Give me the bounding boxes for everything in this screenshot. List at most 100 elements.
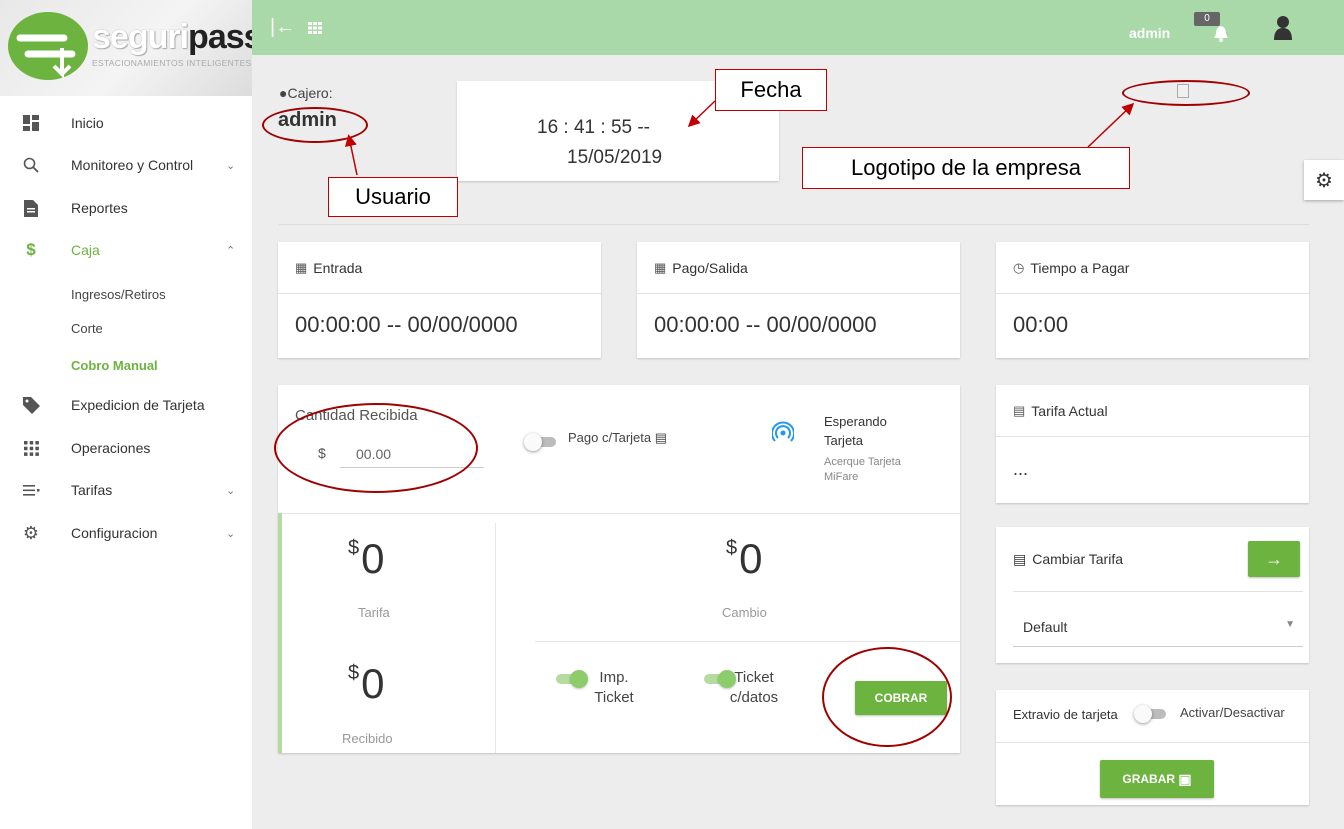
recibido-label: Recibido: [342, 731, 393, 746]
dollar-icon: $: [26, 240, 36, 259]
chevron-down-icon: ⌄: [226, 484, 236, 497]
divider: [1013, 591, 1303, 592]
list-icon: [22, 481, 40, 499]
sidebar-item-tarifas[interactable]: Tarifas ⌄: [0, 470, 252, 510]
main-content: ●Cajero: admin 16 : 41 : 55 -- 15/05/201…: [252, 55, 1344, 829]
apps-icon: [22, 439, 40, 457]
divider: [535, 641, 960, 642]
cambio-label: Cambio: [722, 605, 767, 620]
credit-card-icon: ▤: [654, 430, 668, 445]
sidebar-item-operaciones[interactable]: Operaciones: [0, 428, 252, 468]
document-icon: [22, 199, 40, 217]
sidebar-subitem-corte[interactable]: Corte: [71, 321, 103, 336]
cambiar-tarifa-header: ▤ Cambiar Tarifa: [1013, 551, 1124, 567]
divider: [996, 742, 1309, 743]
tarifa-actual-value: ...: [1013, 459, 1029, 479]
entrada-value: 00:00:00 -- 00/00/0000: [295, 312, 518, 337]
grabar-button[interactable]: GRABAR ▣: [1100, 760, 1214, 798]
tag-icon: [22, 396, 40, 414]
nfc-signal-icon: [772, 421, 794, 442]
sidebar-item-label: Monitoreo y Control: [71, 157, 194, 173]
grid-menu-icon[interactable]: [308, 22, 322, 34]
calendar-icon: ▦: [295, 259, 308, 275]
extravio-card: Extravio de tarjeta Activar/Desactivar G…: [996, 690, 1309, 805]
sidebar-item-label: Expedicion de Tarjeta: [71, 397, 205, 413]
user-avatar-icon[interactable]: [1274, 16, 1292, 40]
dashboard-icon: [22, 114, 40, 132]
topbar-username[interactable]: admin: [1129, 25, 1170, 41]
sidebar-item-label: Reportes: [71, 200, 128, 216]
extravio-toggle-label: Activar/Desactivar: [1180, 705, 1285, 720]
sidebar-item-inicio[interactable]: Inicio: [0, 103, 252, 143]
sidebar: seguripass ESTACIONAMIENTOS INTELIGENTES…: [0, 0, 252, 829]
sidebar-item-monitoreo[interactable]: Monitoreo y Control ⌄: [0, 145, 252, 185]
brand-logo[interactable]: seguripass ESTACIONAMIENTOS INTELIGENTES: [0, 0, 252, 96]
tarifa-label: Tarifa: [358, 605, 390, 620]
search-icon: [22, 156, 40, 174]
tarifa-amount: $0: [348, 535, 385, 582]
chevron-down-icon: ⌄: [226, 159, 236, 172]
payment-card: Cantidad Recibida $ Pago c/Tarjeta ▤ Esp…: [274, 385, 960, 753]
divider: [278, 513, 960, 514]
tiempo-card: ◷ Tiempo a Pagar 00:00: [996, 242, 1309, 358]
dropdown-arrow-icon: ▼: [1285, 619, 1295, 630]
save-icon: ▣: [1178, 770, 1192, 787]
pago-salida-title: Pago/Salida: [672, 259, 748, 276]
apply-tarifa-button[interactable]: →: [1248, 541, 1300, 577]
sidebar-item-configuracion[interactable]: ⚙ Configuracion ⌄: [0, 513, 252, 553]
sidebar-item-label: Operaciones: [71, 440, 151, 456]
brand-name: seguripass: [92, 18, 252, 56]
tiempo-title: Tiempo a Pagar: [1030, 259, 1130, 276]
sidebar-subitem-cobro-manual[interactable]: Cobro Manual: [71, 358, 158, 373]
sidebar-item-reportes[interactable]: Reportes: [0, 188, 252, 228]
tarifa-actual-title: Tarifa Actual: [1031, 402, 1108, 419]
card-status-subtitle: Acerque Tarjeta MiFare: [824, 456, 901, 483]
entrada-title: Entrada: [313, 259, 363, 276]
pago-salida-value: 00:00:00 -- 00/00/0000: [654, 312, 877, 337]
bell-icon[interactable]: [1214, 26, 1228, 42]
tarifa-select[interactable]: Default ▼: [1013, 611, 1303, 647]
cambio-amount: $0: [726, 535, 763, 582]
sidebar-item-label: Tarifas: [71, 482, 113, 498]
tarifa-actual-card: ▤ Tarifa Actual ...: [996, 385, 1309, 503]
sidebar-item-expedicion[interactable]: Expedicion de Tarjeta: [0, 385, 252, 425]
ticket-datos-label: Ticket c/datos: [729, 669, 779, 706]
chevron-down-icon: ⌄: [226, 527, 236, 540]
logo-icon: [8, 12, 88, 80]
recibido-amount: $0: [348, 660, 385, 707]
pago-tarjeta-toggle[interactable]: [524, 433, 556, 451]
annotation-ellipse-cobrar: [822, 647, 952, 747]
top-bar: |← admin 0: [252, 0, 1344, 55]
gear-icon: ⚙: [22, 522, 40, 543]
sidebar-item-label: Inicio: [71, 115, 104, 131]
settings-panel-toggle[interactable]: ⚙: [1304, 160, 1344, 200]
calendar-icon: ▦: [654, 259, 667, 275]
sidebar-subitem-ingresos[interactable]: Ingresos/Retiros: [71, 287, 166, 302]
imp-ticket-toggle[interactable]: [556, 670, 588, 688]
arrow-right-icon: →: [1265, 548, 1283, 569]
sidebar-item-caja[interactable]: $ Caja ⌃: [0, 230, 252, 270]
pago-tarjeta-label: Pago c/Tarjeta ▤: [568, 430, 668, 445]
chevron-up-icon: ⌃: [226, 245, 236, 257]
document-edit-icon: ▤: [1013, 551, 1027, 567]
sidebar-item-label: Caja: [71, 242, 100, 258]
card-status-title: Esperando Tarjeta: [824, 414, 887, 448]
pago-salida-card: ▦ Pago/Salida 00:00:00 -- 00/00/0000: [637, 242, 960, 358]
extravio-title: Extravio de tarjeta: [1013, 707, 1118, 722]
tiempo-value: 00:00: [1013, 312, 1069, 337]
gear-icon: ⚙: [1315, 169, 1333, 192]
document-icon: ▤: [1013, 402, 1026, 418]
imp-ticket-label: Imp. Ticket: [594, 669, 634, 706]
collapse-sidebar-icon[interactable]: |←: [270, 16, 295, 39]
notification-badge: 0: [1194, 12, 1220, 26]
sidebar-item-label: Configuracion: [71, 525, 158, 541]
divider: [495, 523, 496, 753]
tarifa-select-value: Default: [1023, 619, 1068, 635]
brand-tagline: ESTACIONAMIENTOS INTELIGENTES: [92, 58, 252, 68]
extravio-toggle[interactable]: [1134, 705, 1166, 723]
divider: [279, 224, 1309, 225]
accent-bar: [278, 513, 282, 753]
cambiar-tarifa-card: ▤ Cambiar Tarifa → Default ▼: [996, 527, 1309, 663]
annotation-ellipse-cantidad: [274, 403, 478, 493]
alarm-clock-icon: ◷: [1013, 259, 1025, 275]
